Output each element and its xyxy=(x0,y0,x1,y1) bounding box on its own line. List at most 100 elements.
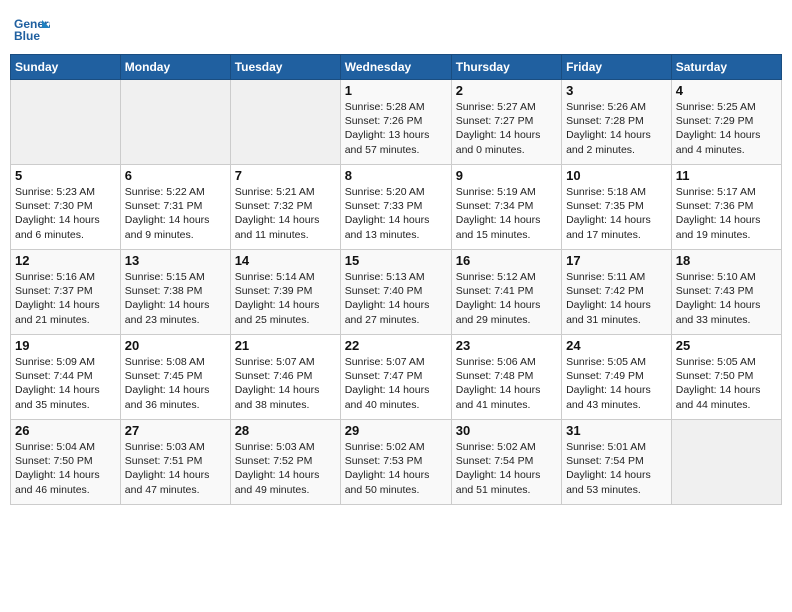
day-info: Sunrise: 5:14 AM Sunset: 7:39 PM Dayligh… xyxy=(235,270,336,327)
weekday-header-friday: Friday xyxy=(562,55,672,80)
day-number: 28 xyxy=(235,423,336,438)
calendar-cell: 8 Sunrise: 5:20 AM Sunset: 7:33 PM Daylig… xyxy=(340,165,451,250)
week-row-1: 1 Sunrise: 5:28 AM Sunset: 7:26 PM Daylig… xyxy=(11,80,782,165)
day-info: Sunrise: 5:12 AM Sunset: 7:41 PM Dayligh… xyxy=(456,270,557,327)
weekday-header-wednesday: Wednesday xyxy=(340,55,451,80)
day-number: 6 xyxy=(125,168,226,183)
week-row-4: 19 Sunrise: 5:09 AM Sunset: 7:44 PM Dayli… xyxy=(11,335,782,420)
logo-icon: General Blue xyxy=(14,10,50,46)
calendar-cell: 15 Sunrise: 5:13 AM Sunset: 7:40 PM Dayli… xyxy=(340,250,451,335)
day-info: Sunrise: 5:01 AM Sunset: 7:54 PM Dayligh… xyxy=(566,440,667,497)
day-info: Sunrise: 5:08 AM Sunset: 7:45 PM Dayligh… xyxy=(125,355,226,412)
day-number: 3 xyxy=(566,83,667,98)
day-info: Sunrise: 5:05 AM Sunset: 7:50 PM Dayligh… xyxy=(676,355,777,412)
day-info: Sunrise: 5:03 AM Sunset: 7:52 PM Dayligh… xyxy=(235,440,336,497)
day-number: 2 xyxy=(456,83,557,98)
day-info: Sunrise: 5:13 AM Sunset: 7:40 PM Dayligh… xyxy=(345,270,447,327)
day-info: Sunrise: 5:16 AM Sunset: 7:37 PM Dayligh… xyxy=(15,270,116,327)
day-info: Sunrise: 5:05 AM Sunset: 7:49 PM Dayligh… xyxy=(566,355,667,412)
day-number: 7 xyxy=(235,168,336,183)
calendar-cell: 17 Sunrise: 5:11 AM Sunset: 7:42 PM Dayli… xyxy=(562,250,672,335)
day-info: Sunrise: 5:07 AM Sunset: 7:46 PM Dayligh… xyxy=(235,355,336,412)
calendar-cell: 25 Sunrise: 5:05 AM Sunset: 7:50 PM Dayli… xyxy=(671,335,781,420)
weekday-header-row: SundayMondayTuesdayWednesdayThursdayFrid… xyxy=(11,55,782,80)
weekday-header-sunday: Sunday xyxy=(11,55,121,80)
calendar-cell: 9 Sunrise: 5:19 AM Sunset: 7:34 PM Daylig… xyxy=(451,165,561,250)
day-number: 30 xyxy=(456,423,557,438)
page-header: General Blue xyxy=(10,10,782,46)
calendar-cell: 22 Sunrise: 5:07 AM Sunset: 7:47 PM Dayli… xyxy=(340,335,451,420)
calendar-cell: 10 Sunrise: 5:18 AM Sunset: 7:35 PM Dayli… xyxy=(562,165,672,250)
calendar-cell: 13 Sunrise: 5:15 AM Sunset: 7:38 PM Dayli… xyxy=(120,250,230,335)
day-number: 18 xyxy=(676,253,777,268)
day-info: Sunrise: 5:04 AM Sunset: 7:50 PM Dayligh… xyxy=(15,440,116,497)
day-number: 21 xyxy=(235,338,336,353)
day-info: Sunrise: 5:19 AM Sunset: 7:34 PM Dayligh… xyxy=(456,185,557,242)
calendar-cell xyxy=(120,80,230,165)
day-number: 17 xyxy=(566,253,667,268)
calendar-cell: 6Sunrise: 5:22 AM Sunset: 7:31 PM Daylig… xyxy=(120,165,230,250)
day-number: 25 xyxy=(676,338,777,353)
day-number: 9 xyxy=(456,168,557,183)
calendar-cell: 31 Sunrise: 5:01 AM Sunset: 7:54 PM Dayli… xyxy=(562,420,672,505)
day-number: 4 xyxy=(676,83,777,98)
day-info: Sunrise: 5:18 AM Sunset: 7:35 PM Dayligh… xyxy=(566,185,667,242)
calendar-cell: 21 Sunrise: 5:07 AM Sunset: 7:46 PM Dayli… xyxy=(230,335,340,420)
calendar-cell: 16Sunrise: 5:12 AM Sunset: 7:41 PM Dayli… xyxy=(451,250,561,335)
day-info: Sunrise: 5:15 AM Sunset: 7:38 PM Dayligh… xyxy=(125,270,226,327)
calendar-cell: 2Sunrise: 5:27 AM Sunset: 7:27 PM Daylig… xyxy=(451,80,561,165)
calendar-cell: 28 Sunrise: 5:03 AM Sunset: 7:52 PM Dayli… xyxy=(230,420,340,505)
calendar-cell: 23Sunrise: 5:06 AM Sunset: 7:48 PM Dayli… xyxy=(451,335,561,420)
day-number: 24 xyxy=(566,338,667,353)
calendar-cell: 5Sunrise: 5:23 AM Sunset: 7:30 PM Daylig… xyxy=(11,165,121,250)
day-number: 29 xyxy=(345,423,447,438)
weekday-header-thursday: Thursday xyxy=(451,55,561,80)
day-number: 31 xyxy=(566,423,667,438)
calendar-cell: 24 Sunrise: 5:05 AM Sunset: 7:49 PM Dayli… xyxy=(562,335,672,420)
weekday-header-saturday: Saturday xyxy=(671,55,781,80)
day-info: Sunrise: 5:26 AM Sunset: 7:28 PM Dayligh… xyxy=(566,100,667,157)
calendar-cell xyxy=(230,80,340,165)
day-info: Sunrise: 5:10 AM Sunset: 7:43 PM Dayligh… xyxy=(676,270,777,327)
day-number: 15 xyxy=(345,253,447,268)
day-number: 10 xyxy=(566,168,667,183)
day-info: Sunrise: 5:25 AM Sunset: 7:29 PM Dayligh… xyxy=(676,100,777,157)
calendar-cell xyxy=(671,420,781,505)
calendar-table: SundayMondayTuesdayWednesdayThursdayFrid… xyxy=(10,54,782,505)
day-info: Sunrise: 5:11 AM Sunset: 7:42 PM Dayligh… xyxy=(566,270,667,327)
week-row-2: 5Sunrise: 5:23 AM Sunset: 7:30 PM Daylig… xyxy=(11,165,782,250)
calendar-cell xyxy=(11,80,121,165)
day-number: 1 xyxy=(345,83,447,98)
calendar-cell: 11 Sunrise: 5:17 AM Sunset: 7:36 PM Dayli… xyxy=(671,165,781,250)
day-number: 26 xyxy=(15,423,116,438)
day-number: 12 xyxy=(15,253,116,268)
calendar-cell: 7Sunrise: 5:21 AM Sunset: 7:32 PM Daylig… xyxy=(230,165,340,250)
weekday-header-monday: Monday xyxy=(120,55,230,80)
calendar-cell: 26 Sunrise: 5:04 AM Sunset: 7:50 PM Dayli… xyxy=(11,420,121,505)
calendar-cell: 14 Sunrise: 5:14 AM Sunset: 7:39 PM Dayli… xyxy=(230,250,340,335)
calendar-cell: 12 Sunrise: 5:16 AM Sunset: 7:37 PM Dayli… xyxy=(11,250,121,335)
day-info: Sunrise: 5:03 AM Sunset: 7:51 PM Dayligh… xyxy=(125,440,226,497)
day-number: 13 xyxy=(125,253,226,268)
calendar-cell: 3 Sunrise: 5:26 AM Sunset: 7:28 PM Daylig… xyxy=(562,80,672,165)
day-info: Sunrise: 5:23 AM Sunset: 7:30 PM Dayligh… xyxy=(15,185,116,242)
day-info: Sunrise: 5:17 AM Sunset: 7:36 PM Dayligh… xyxy=(676,185,777,242)
logo: General Blue xyxy=(14,10,54,46)
day-number: 11 xyxy=(676,168,777,183)
day-info: Sunrise: 5:09 AM Sunset: 7:44 PM Dayligh… xyxy=(15,355,116,412)
day-number: 19 xyxy=(15,338,116,353)
day-number: 14 xyxy=(235,253,336,268)
day-info: Sunrise: 5:20 AM Sunset: 7:33 PM Dayligh… xyxy=(345,185,447,242)
week-row-3: 12 Sunrise: 5:16 AM Sunset: 7:37 PM Dayli… xyxy=(11,250,782,335)
calendar-cell: 1 Sunrise: 5:28 AM Sunset: 7:26 PM Daylig… xyxy=(340,80,451,165)
calendar-cell: 20Sunrise: 5:08 AM Sunset: 7:45 PM Dayli… xyxy=(120,335,230,420)
day-info: Sunrise: 5:02 AM Sunset: 7:54 PM Dayligh… xyxy=(456,440,557,497)
day-info: Sunrise: 5:02 AM Sunset: 7:53 PM Dayligh… xyxy=(345,440,447,497)
calendar-cell: 27Sunrise: 5:03 AM Sunset: 7:51 PM Dayli… xyxy=(120,420,230,505)
day-number: 22 xyxy=(345,338,447,353)
day-number: 8 xyxy=(345,168,447,183)
day-info: Sunrise: 5:28 AM Sunset: 7:26 PM Dayligh… xyxy=(345,100,447,157)
calendar-cell: 18 Sunrise: 5:10 AM Sunset: 7:43 PM Dayli… xyxy=(671,250,781,335)
day-info: Sunrise: 5:07 AM Sunset: 7:47 PM Dayligh… xyxy=(345,355,447,412)
weekday-header-tuesday: Tuesday xyxy=(230,55,340,80)
